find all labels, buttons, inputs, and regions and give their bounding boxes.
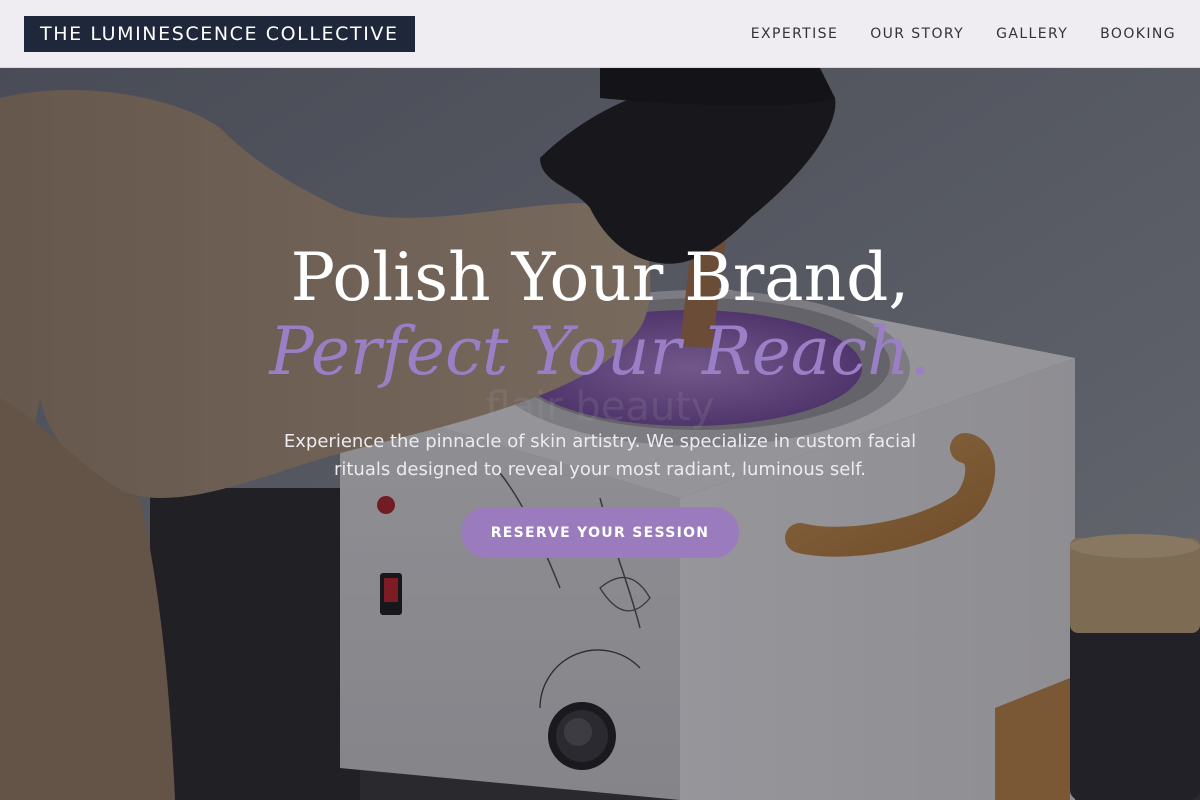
site-header: THE LUMINESCENCE COLLECTIVE EXPERTISE OU… — [0, 0, 1200, 68]
hero-section: flair beauty Polish Your Brand, Perfect … — [0, 68, 1200, 800]
nav-link-gallery[interactable]: GALLERY — [996, 26, 1068, 42]
nav-link-booking[interactable]: BOOKING — [1100, 26, 1176, 42]
nav-link-our-story[interactable]: OUR STORY — [870, 26, 964, 42]
reserve-session-button[interactable]: RESERVE YOUR SESSION — [461, 507, 739, 558]
hero-subtitle: Experience the pinnacle of skin artistry… — [283, 431, 917, 480]
brand-logo[interactable]: THE LUMINESCENCE COLLECTIVE — [24, 16, 415, 52]
nav-link-expertise[interactable]: EXPERTISE — [751, 26, 838, 42]
hero-content: Polish Your Brand, Perfect Your Reach. E… — [0, 68, 1200, 800]
hero-headline-line1: Polish Your Brand, — [290, 239, 910, 316]
main-nav: EXPERTISE OUR STORY GALLERY BOOKING — [751, 0, 1176, 68]
hero-headline-line2: Perfect Your Reach. — [269, 313, 931, 390]
